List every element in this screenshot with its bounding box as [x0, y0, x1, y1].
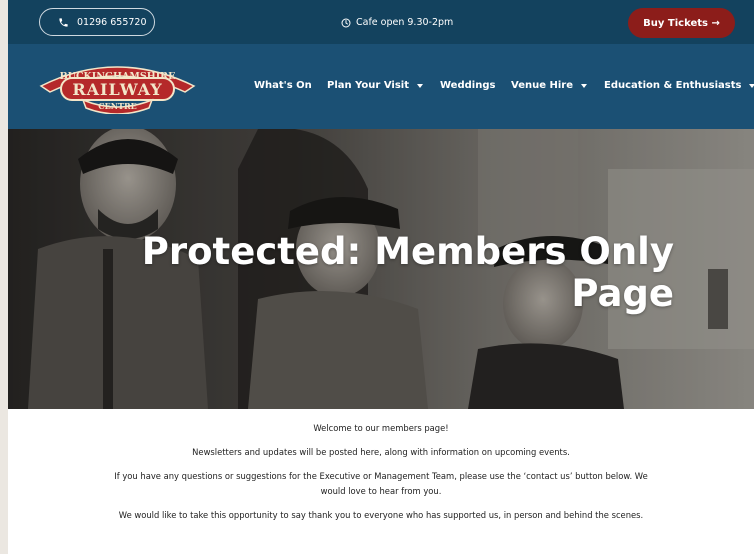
chevron-down-icon [749, 84, 754, 88]
nav-item-weddings[interactable]: Weddings [440, 80, 495, 91]
nav-label: Venue Hire [511, 80, 573, 91]
nav-label: Plan Your Visit [327, 80, 409, 91]
main-header: BUCKINGHAMSHIRE RAILWAY CENTRE What's On… [8, 44, 754, 129]
welcome-text: Welcome to our members page! [313, 423, 449, 433]
top-bar: 01296 655720 Cafe open 9.30-2pm Buy Tick… [8, 0, 754, 44]
nav-label: Weddings [440, 80, 496, 91]
nav-item-plan-your-visit[interactable]: Plan Your Visit [327, 80, 423, 91]
nav-label: What's On [254, 80, 312, 91]
nav-item-education-enthusiasts[interactable]: Education & Enthusiasts [604, 80, 754, 91]
cafe-hours-text: Cafe open 9.30-2pm [356, 17, 454, 28]
questions-text-line1: If you have any questions or suggestions… [114, 471, 648, 481]
cafe-hours: Cafe open 9.30-2pm [341, 17, 453, 28]
nav-item-venue-hire[interactable]: Venue Hire [511, 80, 587, 91]
page-title-line1: Protected: Members Only [141, 230, 674, 273]
members-content: Welcome to our members page! Newsletters… [8, 409, 754, 554]
main-nav: What's On Plan Your Visit Weddings Venue… [8, 80, 754, 96]
phone-number: 01296 655720 [77, 16, 147, 28]
chevron-down-icon [581, 84, 587, 88]
buy-tickets-button[interactable]: Buy Tickets → [628, 8, 735, 38]
nav-item-whats-on[interactable]: What's On [254, 80, 312, 91]
questions-text-line2: would love to hear from you. [320, 486, 442, 496]
phone-icon [59, 17, 68, 27]
phone-button[interactable]: 01296 655720 [39, 8, 155, 36]
page-frame: 01296 655720 Cafe open 9.30-2pm Buy Tick… [8, 0, 754, 554]
hero-banner: Protected: Members Only Page [8, 129, 754, 409]
page-title-line2: Page [571, 272, 674, 315]
newsletter-text: Newsletters and updates will be posted h… [192, 447, 570, 457]
nav-label: Education & Enthusiasts [604, 80, 742, 91]
page-title: Protected: Members Only Page [114, 231, 674, 315]
clock-icon [341, 18, 351, 27]
thank-you-text: We would like to take this opportunity t… [118, 510, 644, 520]
logo-line3: CENTRE [98, 101, 136, 111]
chevron-down-icon [416, 84, 423, 88]
